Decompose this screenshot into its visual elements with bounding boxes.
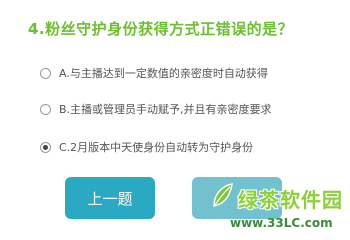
watermark: 绿茶软件园 www.33LC.com (210, 182, 350, 239)
option-b[interactable]: B.主播或管理员手动赋予,并且有亲密度要求 (40, 100, 272, 118)
option-a-label: A.与主播达到一定数值的亲密度时自动获得 (59, 67, 268, 80)
watermark-brand: 绿茶软件园 (238, 188, 343, 212)
prev-question-button[interactable]: 上一题 (65, 177, 155, 219)
question-title: 4.粉丝守护身份获得方式正错误的是？ (28, 20, 294, 38)
watermark-url: www.33LC.com (230, 216, 333, 230)
option-a[interactable]: A.与主播达到一定数值的亲密度时自动获得 (40, 64, 268, 82)
leaf-logo-icon (210, 182, 234, 210)
radio-button-a[interactable] (40, 67, 51, 79)
option-c[interactable]: C.2月版本中天使身份自动转为守护身份 (40, 138, 253, 156)
radio-button-c[interactable] (40, 141, 51, 153)
option-c-label: C.2月版本中天使身份自动转为守护身份 (59, 141, 254, 154)
option-b-label: B.主播或管理员手动赋予,并且有亲密度要求 (59, 103, 272, 116)
radio-button-b[interactable] (40, 103, 51, 115)
